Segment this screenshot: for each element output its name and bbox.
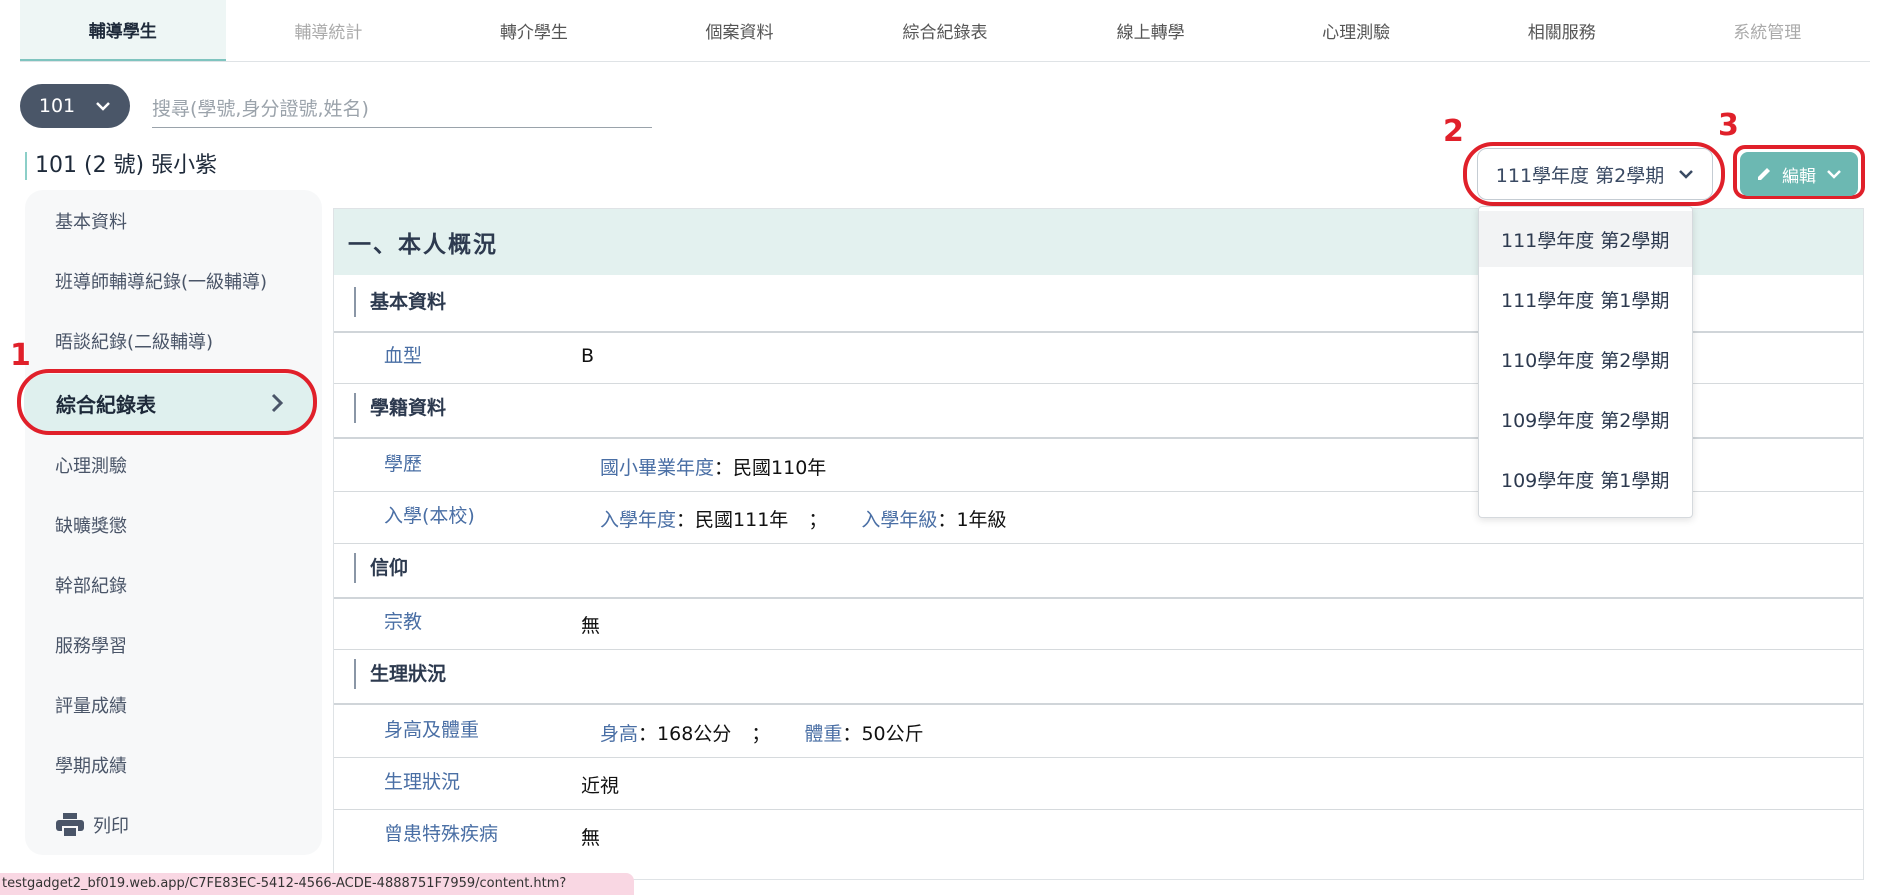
chevron-down-icon bbox=[1827, 170, 1841, 179]
semester-option[interactable]: 109學年度 第2學期 bbox=[1479, 391, 1692, 447]
tab-case-data[interactable]: 個案資料 bbox=[637, 0, 843, 61]
key: 入學年級 bbox=[861, 509, 938, 531]
field-value-height-weight: 身高：168公分 ； 體重：50公斤 bbox=[600, 719, 924, 746]
student-title: 101 (2 號) 張小紫 bbox=[25, 152, 217, 180]
semester-option[interactable]: 109學年度 第1學期 bbox=[1479, 451, 1692, 507]
sidebar-item-service-learning[interactable]: 服務學習 bbox=[55, 632, 127, 658]
tab-comprehensive-record[interactable]: 綜合紀錄表 bbox=[842, 0, 1048, 61]
tab-referral[interactable]: 轉介學生 bbox=[431, 0, 637, 61]
chevron-down-icon bbox=[96, 102, 111, 111]
field-label-special-disease: 曾患特殊疾病 bbox=[384, 823, 499, 845]
chevron-down-icon bbox=[1679, 170, 1694, 179]
field-value-education: 國小畢業年度：民國110年 bbox=[600, 453, 826, 480]
field-label-height-weight: 身高及體重 bbox=[384, 719, 480, 741]
sidebar-item-interview[interactable]: 晤談紀錄(二級輔導) bbox=[55, 328, 213, 354]
class-select[interactable]: 101 bbox=[20, 84, 130, 128]
annotation-number-3: 3 bbox=[1718, 108, 1739, 143]
semester-select-value: 111學年度 第2學期 bbox=[1495, 164, 1665, 187]
sidebar-item-psych-test[interactable]: 心理測驗 bbox=[55, 452, 127, 478]
divider bbox=[334, 809, 1863, 810]
value: 民國111年 bbox=[695, 509, 789, 531]
value: 50公斤 bbox=[861, 723, 924, 745]
key: 身高 bbox=[600, 723, 639, 745]
field-value-special-disease: 無 bbox=[581, 827, 601, 849]
status-bar-url: testgadget2_bf019.web.app/C7FE83EC-5412-… bbox=[0, 873, 634, 895]
semester-option[interactable]: 111學年度 第1學期 bbox=[1479, 271, 1692, 327]
field-label-enrollment: 入學(本校) bbox=[384, 505, 475, 527]
separator: ； bbox=[751, 723, 771, 745]
colon: ： bbox=[937, 509, 957, 531]
tab-psych-test[interactable]: 心理測驗 bbox=[1253, 0, 1459, 61]
print-button[interactable]: 列印 bbox=[55, 812, 129, 838]
field-label-blood-type: 血型 bbox=[384, 345, 423, 367]
field-value-enrollment: 入學年度：民國111年 ； 入學年級：1年級 bbox=[600, 505, 1007, 532]
field-value-blood-type: B bbox=[581, 345, 595, 367]
top-nav: 輔導學生 輔導統計 轉介學生 個案資料 綜合紀錄表 線上轉學 心理測驗 相關服務… bbox=[20, 0, 1870, 62]
subsection-faith: 信仰 bbox=[354, 553, 408, 583]
field-value-physical-condition: 近視 bbox=[581, 775, 620, 797]
field-label-education: 學歷 bbox=[384, 453, 423, 475]
field-label-physical-condition: 生理狀況 bbox=[384, 771, 461, 793]
annotation-number-1: 1 bbox=[10, 338, 31, 373]
colon: ： bbox=[842, 723, 862, 745]
semester-dropdown: 111學年度 第2學期 111學年度 第1學期 110學年度 第2學期 109學… bbox=[1478, 206, 1693, 518]
value: 168公分 bbox=[657, 723, 732, 745]
key: 體重 bbox=[804, 723, 843, 745]
divider bbox=[334, 703, 1863, 705]
annotation-number-2: 2 bbox=[1443, 114, 1464, 149]
subsection-school: 學籍資料 bbox=[354, 393, 446, 423]
sidebar-item-semester-grades[interactable]: 學期成績 bbox=[55, 752, 127, 778]
sidebar-item-cadre[interactable]: 幹部紀錄 bbox=[55, 572, 127, 598]
sidebar-item-assessment[interactable]: 評量成績 bbox=[55, 692, 127, 718]
sidebar-item-homeroom-guidance[interactable]: 班導師輔導紀錄(一級輔導) bbox=[55, 268, 267, 294]
semester-select[interactable]: 111學年度 第2學期 bbox=[1477, 148, 1713, 200]
key: 國小畢業年度 bbox=[600, 457, 715, 479]
annotation-box-1 bbox=[17, 369, 317, 435]
subsection-physical: 生理狀況 bbox=[354, 659, 446, 689]
tab-system-admin[interactable]: 系統管理 bbox=[1665, 0, 1871, 61]
divider bbox=[334, 649, 1863, 650]
edit-label: 編輯 bbox=[1782, 166, 1816, 187]
search-input[interactable]: 搜尋(學號,身分證號,姓名) bbox=[152, 90, 652, 128]
colon: ： bbox=[714, 457, 734, 479]
semester-option[interactable]: 111學年度 第2學期 bbox=[1479, 211, 1692, 267]
value: 1年級 bbox=[956, 509, 1007, 531]
key: 入學年度 bbox=[600, 509, 677, 531]
tab-guidance-students[interactable]: 輔導學生 bbox=[20, 0, 226, 61]
value: 民國110年 bbox=[733, 457, 827, 479]
tab-online-transfer[interactable]: 線上轉學 bbox=[1048, 0, 1254, 61]
divider bbox=[334, 757, 1863, 758]
semester-option[interactable]: 110學年度 第2學期 bbox=[1479, 331, 1692, 387]
print-label: 列印 bbox=[93, 816, 129, 837]
subsection-basic: 基本資料 bbox=[354, 287, 446, 317]
field-label-religion: 宗教 bbox=[384, 611, 423, 633]
sidebar-item-attendance[interactable]: 缺曠獎懲 bbox=[55, 512, 127, 538]
divider bbox=[334, 543, 1863, 544]
edit-button[interactable]: 編輯 bbox=[1740, 152, 1858, 196]
separator: ； bbox=[808, 509, 828, 531]
pencil-icon bbox=[1758, 168, 1770, 180]
colon: ： bbox=[676, 509, 696, 531]
sidebar-item-basic[interactable]: 基本資料 bbox=[55, 208, 127, 234]
tab-guidance-stats[interactable]: 輔導統計 bbox=[226, 0, 432, 61]
class-select-value: 101 bbox=[38, 95, 76, 117]
divider bbox=[334, 597, 1863, 599]
colon: ： bbox=[638, 723, 658, 745]
field-value-religion: 無 bbox=[581, 615, 601, 637]
tab-related-services[interactable]: 相關服務 bbox=[1459, 0, 1665, 61]
printer-icon bbox=[56, 813, 84, 838]
